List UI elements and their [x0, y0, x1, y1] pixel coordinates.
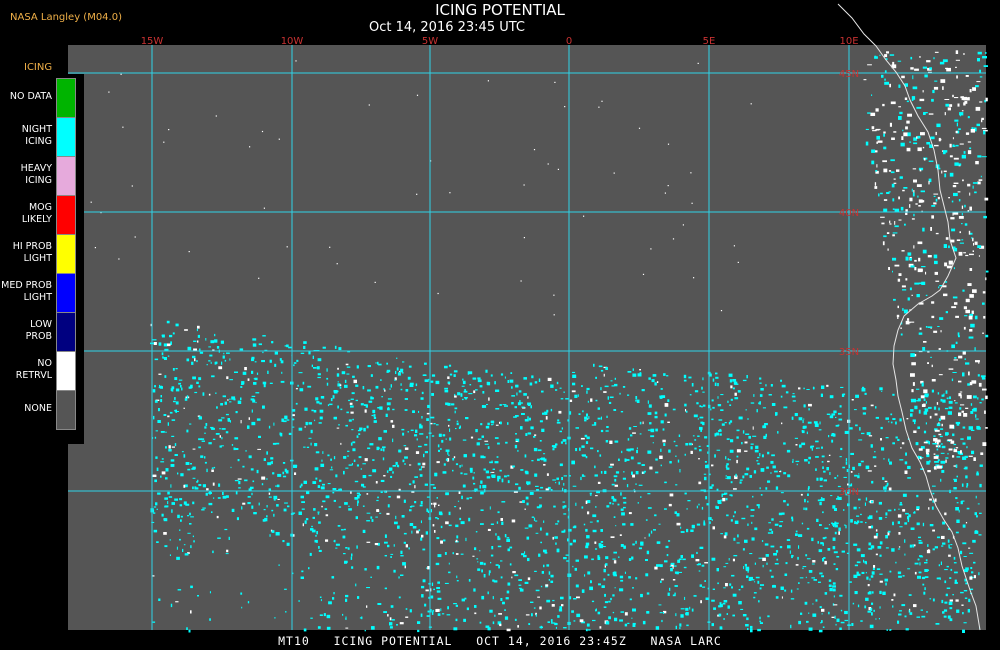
legend-swatch	[56, 390, 76, 430]
legend-item-label: NIGHT ICING	[21, 124, 52, 147]
legend-item-label: LOW PROB	[25, 319, 52, 342]
latitude-label: 45N	[839, 69, 859, 80]
longitude-label: 0	[566, 36, 572, 47]
legend-item-label: HEAVY ICING	[20, 163, 52, 186]
page-title: ICING POTENTIAL	[435, 1, 565, 19]
legend-swatch	[56, 312, 76, 352]
timestamp: Oct 14, 2016 23:45 UTC	[369, 20, 525, 35]
latitude-label: 40N	[839, 208, 859, 219]
longitude-label: 5E	[703, 36, 716, 47]
legend-item-label: MED PROB LIGHT	[1, 280, 52, 303]
legend-title: ICING	[24, 62, 53, 73]
legend-swatch	[56, 78, 76, 118]
longitude-label: 10E	[839, 36, 858, 47]
source-label: NASA Langley (M04.0)	[10, 12, 122, 23]
longitude-label: 15W	[141, 36, 164, 47]
longitude-label: 5W	[422, 36, 438, 47]
legend-swatch	[56, 195, 76, 235]
latitude-label: 35N	[839, 347, 859, 358]
icing-field	[90, 50, 989, 633]
legend-item-label: NO DATA	[9, 91, 52, 102]
legend-swatch	[56, 156, 76, 196]
legend-swatch	[56, 117, 76, 157]
legend-item-label: NONE	[24, 403, 52, 414]
legend-item-label: NO RETRVL	[15, 358, 52, 381]
legend-swatch	[56, 351, 76, 391]
latitude-label: 30N	[839, 487, 859, 498]
map-overlay: 15W 10W 5W 0 5E 10E 45N 40N 35N 30N	[68, 3, 989, 633]
legend-item-label: MOG LIKELY	[21, 202, 52, 225]
legend-swatch	[56, 273, 76, 313]
legend: NO DATA NIGHT ICING HEAVY ICING MOG LIKELY H…	[0, 74, 84, 444]
legend-item-label: HI PROB LIGHT	[12, 241, 52, 264]
longitude-label: 10W	[281, 36, 304, 47]
legend-swatch	[56, 234, 76, 274]
footer-caption: MT10 ICING POTENTIAL OCT 14, 2016 23:45Z…	[278, 634, 722, 648]
